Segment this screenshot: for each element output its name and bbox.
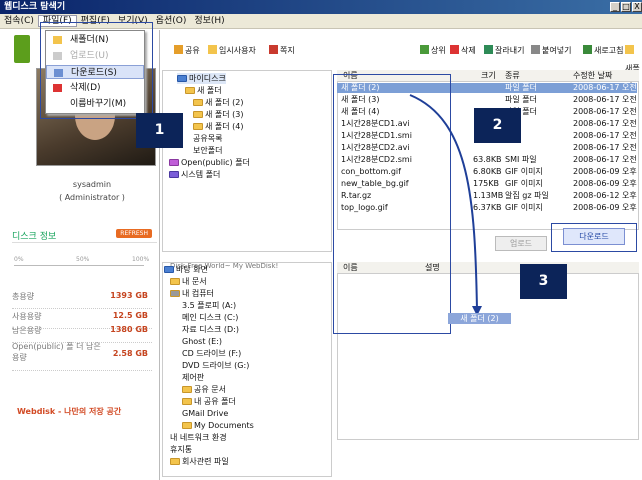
drag-arrow-path <box>409 94 478 311</box>
drag-folder-label: 새 폴더 (2) <box>448 313 511 324</box>
drag-arrow <box>409 94 482 316</box>
